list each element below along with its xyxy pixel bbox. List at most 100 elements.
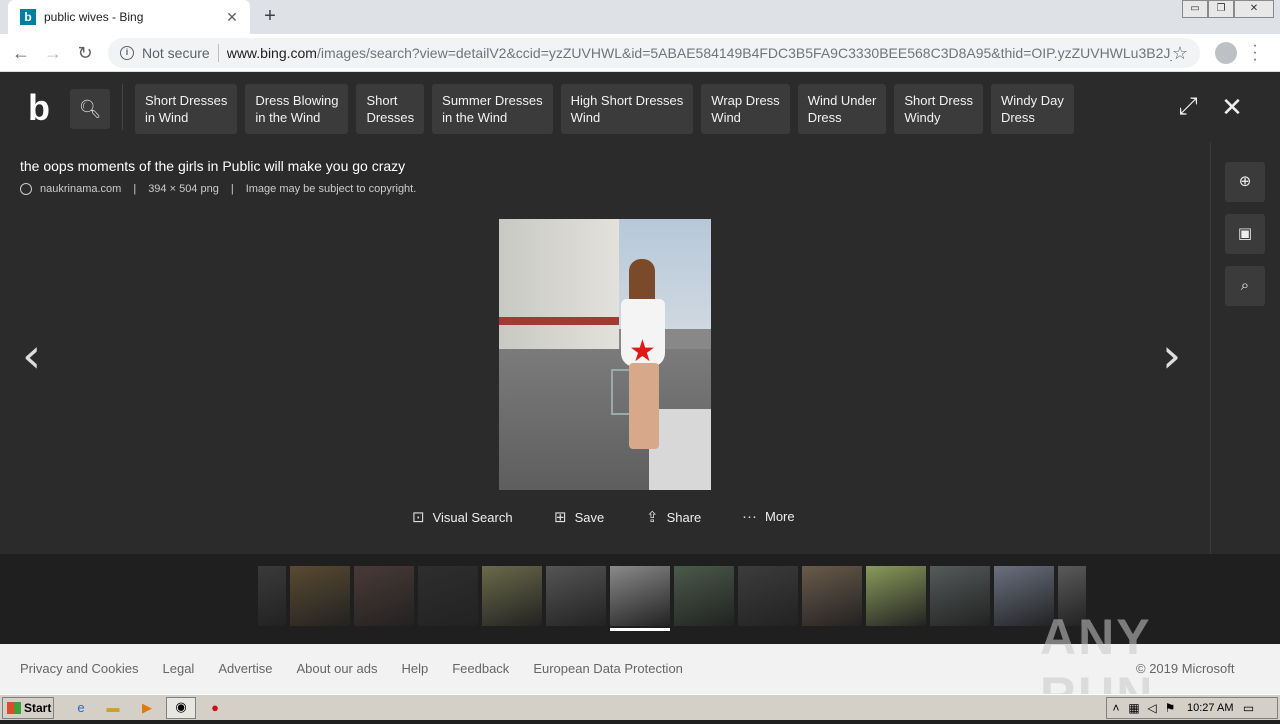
opera-icon[interactable]: ● — [206, 699, 224, 717]
more-button[interactable]: ··· More — [742, 508, 795, 525]
filmstrip-thumbnail[interactable] — [290, 566, 350, 626]
footer-link-legal[interactable]: Legal — [163, 661, 195, 676]
filmstrip-thumbnail[interactable] — [866, 566, 926, 626]
address-bar[interactable]: i Not secure www.bing.com/images/search?… — [108, 38, 1200, 68]
browser-toolbar: ← → ↻ i Not secure www.bing.com/images/s… — [0, 34, 1280, 72]
related-search-chip[interactable]: Wrap Dress Wind — [701, 84, 790, 134]
close-icon[interactable]: ✕ — [1218, 94, 1246, 122]
related-search-chip[interactable]: Short Dresses — [356, 84, 425, 134]
footer-link-advertise[interactable]: Advertise — [218, 661, 272, 676]
url-text[interactable]: www.bing.com/images/search?view=detailV2… — [227, 45, 1172, 61]
not-secure-label: Not secure — [142, 45, 210, 61]
volume-icon[interactable]: ◁ — [1143, 701, 1161, 715]
start-button[interactable]: Start — [2, 697, 54, 719]
filmstrip-thumbnail[interactable] — [930, 566, 990, 626]
related-search-chip[interactable]: Short Dress Windy — [894, 84, 983, 134]
folder-icon[interactable]: ▬ — [104, 699, 122, 717]
chip-label: High Short Dresses Wind — [570, 93, 684, 125]
browser-tab[interactable]: b public wives - Bing ✕ — [8, 0, 250, 34]
image-detail-panel: the oops moments of the girls in Public … — [0, 142, 1210, 554]
filmstrip-thumbnail[interactable] — [674, 566, 734, 626]
save-button[interactable]: ⊞ Save — [554, 508, 604, 526]
windows-flag-icon — [7, 702, 21, 714]
filmstrip-thumbnail[interactable] — [258, 566, 286, 626]
chip-label: Short Dress Windy — [904, 93, 973, 125]
system-tray: ˄ ▦ ◁ ⚑ 10:27 AM ▭ — [1106, 697, 1278, 719]
restore-button[interactable]: ❐ — [1208, 0, 1234, 18]
bing-logo[interactable]: b — [28, 90, 58, 126]
flag-icon[interactable]: ⚑ — [1161, 701, 1179, 715]
more-label: More — [765, 509, 795, 524]
related-search-chip[interactable]: Short Dresses in Wind — [135, 84, 238, 134]
header-divider — [122, 84, 123, 130]
meta-separator: | — [230, 183, 234, 195]
info-icon[interactable]: i — [120, 46, 134, 60]
chrome-taskbar-icon[interactable]: ◉ — [166, 697, 196, 719]
chip-label: Dress Blowing in the Wind — [255, 93, 339, 125]
related-search-chip[interactable]: Wind Under Dress — [797, 84, 887, 134]
chip-label: Short Dresses in Wind — [145, 93, 228, 125]
related-searches: Short Dresses in Wind Dress Blowing in t… — [135, 84, 1074, 134]
share-icon: ⇪ — [646, 509, 659, 526]
search-rail-icon[interactable]: ⌕ — [1225, 266, 1265, 306]
footer-links: Privacy and Cookies Legal Advertise Abou… — [20, 661, 683, 676]
ie-icon[interactable]: e — [72, 699, 90, 717]
more-dots-icon: ··· — [742, 508, 757, 525]
footer-link-feedback[interactable]: Feedback — [452, 661, 509, 676]
tab-close-icon[interactable]: ✕ — [220, 9, 244, 26]
forward-arrow-icon[interactable]: → — [40, 40, 66, 66]
filmstrip-thumbnail[interactable] — [354, 566, 414, 626]
footer-link-about-ads[interactable]: About our ads — [297, 661, 378, 676]
related-search-chip[interactable]: Summer Dresses in the Wind — [432, 84, 553, 134]
filmstrip-thumbnail[interactable] — [802, 566, 862, 626]
expand-icon[interactable]: ⤢ — [1174, 94, 1202, 122]
media-player-icon[interactable]: ▶ — [138, 699, 156, 717]
save-icon: ⊞ — [554, 509, 567, 526]
filmstrip-thumbnail[interactable] — [418, 566, 478, 626]
show-desktop-icon[interactable]: ▭ — [1239, 701, 1257, 715]
chrome-menu-icon[interactable]: · · · — [1250, 38, 1260, 68]
back-arrow-icon[interactable]: ← — [8, 40, 34, 66]
related-search-chip[interactable]: Windy Day Dress — [990, 84, 1074, 134]
visual-search-button[interactable]: ⊡ Visual Search — [412, 508, 513, 526]
filmstrip-thumbnail[interactable] — [738, 566, 798, 626]
filmstrip-thumbnail[interactable] — [482, 566, 542, 626]
chip-label: Wind Under Dress — [807, 93, 877, 125]
chip-label: Summer Dresses in the Wind — [442, 93, 543, 125]
related-search-chip[interactable]: High Short Dresses Wind — [560, 84, 694, 134]
network-icon[interactable]: ▦ — [1125, 701, 1143, 715]
red-star-icon: ★ — [629, 335, 656, 368]
clock: 10:27 AM — [1187, 702, 1234, 714]
chip-label: Short Dresses — [366, 93, 415, 125]
image-title[interactable]: the oops moments of the girls in Public … — [20, 158, 405, 174]
share-label: Share — [666, 509, 702, 525]
image-source[interactable]: naukrinama.com — [40, 183, 121, 195]
globe-rail-icon[interactable]: ⊕ — [1225, 162, 1265, 202]
reload-icon[interactable]: ↻ — [72, 40, 98, 66]
next-arrow-icon[interactable]: › — [1162, 332, 1181, 380]
bookmark-star-icon[interactable]: ☆ — [1172, 43, 1188, 64]
image-dimensions: 394 × 504 png — [148, 183, 219, 195]
meta-separator: | — [133, 183, 137, 195]
image-rail-icon[interactable]: ▣ — [1225, 214, 1265, 254]
tray-expand-icon[interactable]: ˄ — [1107, 701, 1125, 715]
visual-search-label: Visual Search — [432, 509, 513, 525]
windows-taskbar: Start e ▬ ▶ ◉ ● ˄ ▦ ◁ ⚑ 10:27 AM ▭ — [0, 694, 1280, 720]
footer-link-privacy[interactable]: Privacy and Cookies — [20, 661, 139, 676]
previous-arrow-icon[interactable]: ‹ — [22, 332, 41, 380]
filmstrip-thumbnail[interactable] — [610, 566, 670, 626]
profile-avatar-icon[interactable] — [1215, 42, 1237, 64]
related-search-chip[interactable]: Dress Blowing in the Wind — [245, 84, 349, 134]
new-tab-button[interactable]: + — [258, 5, 282, 29]
minimize-button[interactable]: ▭ — [1182, 0, 1208, 18]
window-close-button[interactable]: ✕ — [1234, 0, 1274, 18]
browser-tab-strip: b public wives - Bing ✕ + ▭ ❐ ✕ — [0, 0, 1280, 34]
tab-title: public wives - Bing — [44, 10, 144, 24]
footer-link-data-protection[interactable]: European Data Protection — [533, 661, 683, 676]
search-button[interactable]: 🔍︎ — [70, 89, 110, 129]
share-button[interactable]: ⇪ Share — [646, 508, 701, 526]
footer-link-help[interactable]: Help — [401, 661, 428, 676]
main-image[interactable]: ★ — [499, 219, 711, 490]
chip-label: Windy Day Dress — [1000, 93, 1064, 125]
filmstrip-thumbnail[interactable] — [546, 566, 606, 626]
